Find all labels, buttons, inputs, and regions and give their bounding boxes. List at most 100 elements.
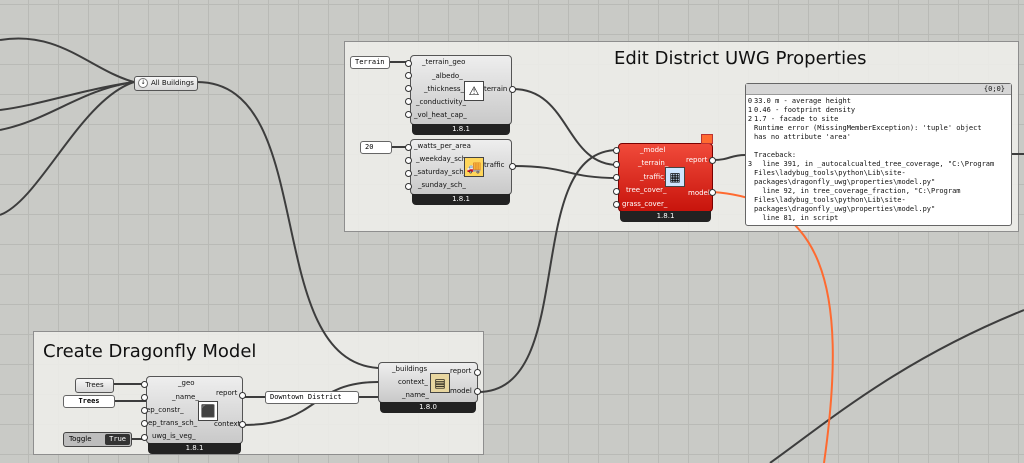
building-output-0[interactable]: report bbox=[216, 389, 237, 398]
pin-dot[interactable] bbox=[709, 157, 716, 164]
pin-dot[interactable] bbox=[509, 163, 516, 170]
uwg-input-1[interactable]: _terrain_ bbox=[638, 159, 668, 168]
pin-dot[interactable] bbox=[474, 369, 481, 376]
pin-dot[interactable] bbox=[613, 188, 620, 195]
pin-dot[interactable] bbox=[405, 72, 412, 79]
traffic-output[interactable]: traffic bbox=[484, 161, 505, 170]
traffic-input-1[interactable]: _weekday_sch_ bbox=[416, 155, 470, 164]
model-group-title: Create Dragonfly Model bbox=[43, 341, 257, 362]
pin-dot[interactable] bbox=[141, 420, 148, 427]
report-panel-header: {0;0} bbox=[746, 84, 1011, 95]
building-component[interactable]: _geo _name_ ep_constr_ ep_trans_sch_ uwg… bbox=[146, 376, 243, 454]
building-output-1[interactable]: context bbox=[214, 420, 240, 429]
building-input-4[interactable]: uwg_is_veg_ bbox=[152, 432, 196, 441]
all-buildings-label: All Buildings bbox=[151, 79, 194, 87]
building-version: 1.8.1 bbox=[148, 443, 241, 454]
building-input-1[interactable]: _name_ bbox=[172, 393, 199, 402]
trees-param-label: Trees bbox=[85, 381, 104, 389]
pin-dot[interactable] bbox=[405, 98, 412, 105]
pin-dot[interactable] bbox=[405, 183, 412, 190]
district-name-panel[interactable]: Downtown District bbox=[265, 391, 359, 404]
building-input-0[interactable]: _geo bbox=[178, 379, 195, 388]
terrain-warning-icon: ⚠ bbox=[464, 81, 484, 101]
uwg-group-title: Edit District UWG Properties bbox=[614, 48, 867, 69]
building-cube-icon: ⬛ bbox=[198, 401, 218, 421]
error-flag-icon bbox=[701, 134, 713, 144]
model-component[interactable]: _buildings context_ _name_ ▤ report mode… bbox=[378, 362, 478, 413]
report-row-index: 0 bbox=[747, 97, 753, 105]
terrain-version: 1.8.1 bbox=[412, 124, 510, 135]
watts-panel[interactable]: 20 bbox=[360, 141, 392, 154]
model-version: 1.8.0 bbox=[380, 402, 476, 413]
report-row-text: 1.7 - facade to site bbox=[754, 115, 839, 123]
uwg-city-icon: ▦ bbox=[665, 167, 685, 187]
pin-dot[interactable] bbox=[405, 157, 412, 164]
report-panel[interactable]: {0;0} 0 33.0 m - average height 1 0.46 -… bbox=[745, 83, 1012, 226]
pin-dot[interactable] bbox=[405, 60, 412, 67]
traffic-input-2[interactable]: _saturday_sch_ bbox=[414, 168, 467, 177]
pin-dot[interactable] bbox=[141, 381, 148, 388]
model-input-2[interactable]: _name_ bbox=[402, 391, 429, 400]
uwg-version: 1.8.1 bbox=[620, 211, 711, 222]
pin-dot[interactable] bbox=[405, 85, 412, 92]
boolean-toggle[interactable]: Toggle True bbox=[63, 432, 132, 447]
uwg-input-3[interactable]: tree_cover_ bbox=[626, 186, 667, 195]
terrain-component[interactable]: _terrain_geo _albedo_ _thickness_ _condu… bbox=[410, 55, 512, 135]
toggle-label: Toggle bbox=[69, 435, 92, 443]
model-output-0[interactable]: report bbox=[450, 367, 471, 376]
report-row-index: 2 bbox=[747, 115, 753, 123]
traffic-input-0[interactable]: _watts_per_area bbox=[414, 142, 471, 151]
pin-dot[interactable] bbox=[141, 434, 148, 441]
pin-dot[interactable] bbox=[239, 392, 246, 399]
pin-dot[interactable] bbox=[141, 394, 148, 401]
terrain-input-0[interactable]: _terrain_geo bbox=[422, 58, 465, 67]
pin-dot[interactable] bbox=[474, 388, 481, 395]
pin-dot[interactable] bbox=[405, 170, 412, 177]
terrain-input-4[interactable]: _vol_heat_cap_ bbox=[414, 111, 467, 120]
param-arrow-icon: ↓ bbox=[138, 78, 148, 88]
pin-dot[interactable] bbox=[405, 144, 412, 151]
traffic-input-3[interactable]: _sunday_sch_ bbox=[418, 181, 466, 190]
uwg-properties-component[interactable]: _model _terrain_ _traffic_ tree_cover_ g… bbox=[618, 143, 713, 222]
model-input-0[interactable]: _buildings bbox=[392, 365, 427, 374]
pin-dot[interactable] bbox=[239, 421, 246, 428]
pin-dot[interactable] bbox=[613, 174, 620, 181]
uwg-output-0[interactable]: report bbox=[686, 156, 707, 165]
report-row-text: 0.46 - footprint density bbox=[754, 106, 856, 114]
pin-dot[interactable] bbox=[405, 111, 412, 118]
pin-dot[interactable] bbox=[509, 86, 516, 93]
uwg-input-4[interactable]: grass_cover_ bbox=[622, 200, 667, 209]
traffic-version: 1.8.1 bbox=[412, 194, 510, 205]
pin-dot[interactable] bbox=[613, 147, 620, 154]
pin-dot[interactable] bbox=[613, 201, 620, 208]
terrain-output[interactable]: terrain bbox=[484, 85, 507, 94]
model-output-1[interactable]: model bbox=[450, 387, 472, 396]
traffic-component[interactable]: _watts_per_area _weekday_sch_ _saturday_… bbox=[410, 139, 512, 205]
building-input-3[interactable]: ep_trans_sch_ bbox=[148, 419, 197, 428]
model-city-icon: ▤ bbox=[430, 373, 450, 393]
pin-dot[interactable] bbox=[141, 407, 148, 414]
pin-dot[interactable] bbox=[709, 189, 716, 196]
trees-panel[interactable]: Trees bbox=[63, 395, 115, 408]
all-buildings-param[interactable]: ↓ All Buildings bbox=[134, 76, 198, 91]
report-row: 2 1.7 - facade to site bbox=[746, 115, 1011, 124]
report-row: 1 0.46 - footprint density bbox=[746, 106, 1011, 115]
building-input-2[interactable]: ep_constr_ bbox=[146, 406, 184, 415]
terrain-input-2[interactable]: _thickness_ bbox=[424, 85, 464, 94]
uwg-input-0[interactable]: _model bbox=[640, 146, 665, 155]
report-row-index: 1 bbox=[747, 106, 753, 114]
terrain-input-3[interactable]: _conductivity_ bbox=[416, 98, 466, 107]
report-row: 0 33.0 m - average height bbox=[746, 97, 1011, 106]
uwg-output-1[interactable]: model bbox=[688, 189, 710, 198]
toggle-value[interactable]: True bbox=[105, 434, 130, 445]
report-row-text: 33.0 m - average height bbox=[754, 97, 851, 105]
model-input-1[interactable]: context_ bbox=[398, 378, 428, 387]
uwg-input-2[interactable]: _traffic_ bbox=[640, 173, 668, 182]
terrain-input-1[interactable]: _albedo_ bbox=[432, 72, 463, 81]
pin-dot[interactable] bbox=[613, 161, 620, 168]
terrain-panel[interactable]: Terrain bbox=[350, 56, 390, 69]
truck-icon: 🚚 bbox=[464, 157, 484, 177]
report-row-text: Runtime error (MissingMemberException): … bbox=[754, 124, 995, 222]
trees-param[interactable]: Trees bbox=[75, 378, 114, 393]
report-row: 3 Runtime error (MissingMemberException)… bbox=[746, 124, 1011, 223]
